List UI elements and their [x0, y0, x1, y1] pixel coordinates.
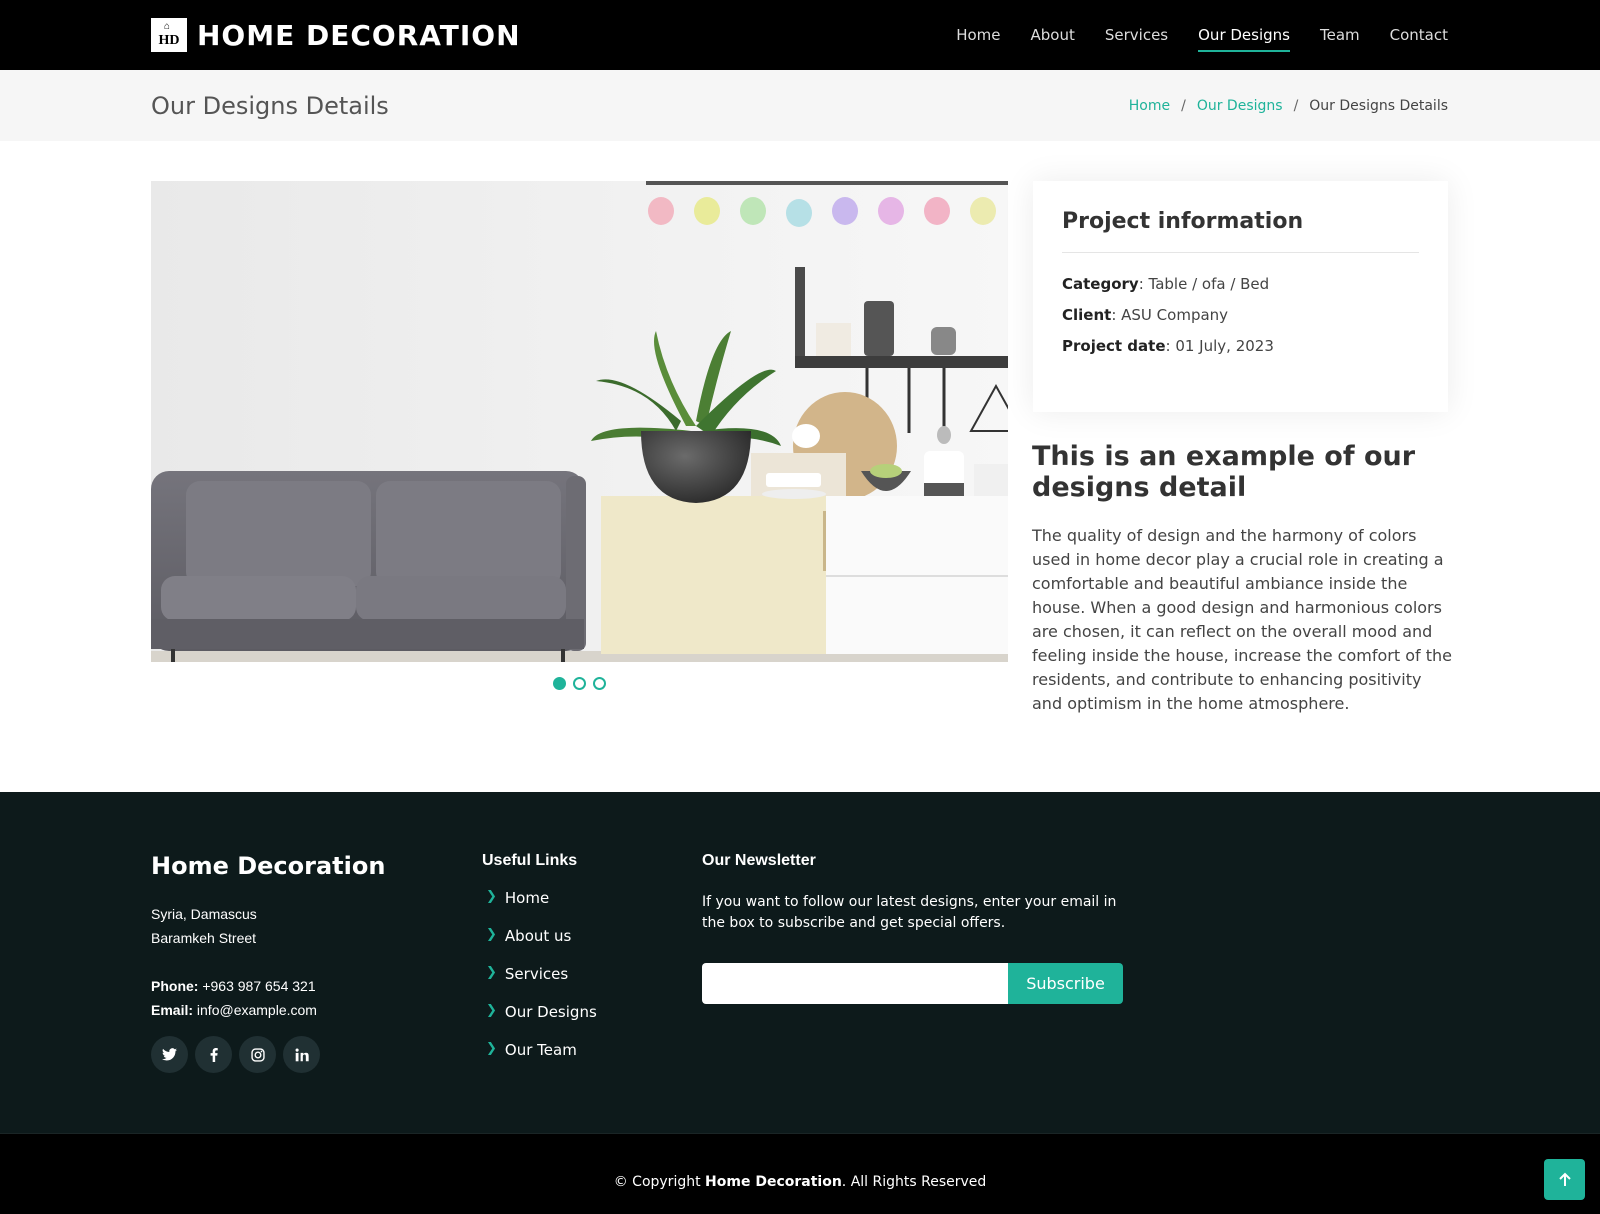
copyright-suffix: . All Rights Reserved [841, 1174, 987, 1190]
email-label: Email: [151, 1002, 194, 1018]
subscribe-button[interactable]: Subscribe [1008, 963, 1123, 1004]
sofa [151, 471, 586, 662]
breadcrumb-bar: Our Designs Details Home / Our Designs /… [0, 70, 1600, 141]
nav-team[interactable]: Team [1320, 20, 1360, 50]
footer-address: Syria, Damascus Baramkeh Street [151, 902, 257, 950]
breadcrumb-separator: / [1293, 98, 1299, 114]
footer-link-label: Home [504, 889, 550, 907]
footer-link-label: Services [504, 965, 569, 983]
nav-home[interactable]: Home [956, 20, 1000, 50]
footer-link-our-team[interactable]: ❯ Our Team [486, 1041, 597, 1079]
site-footer: Home Decoration Syria, Damascus Baramkeh… [0, 792, 1600, 1133]
project-info-card: Project information Category: Table / of… [1033, 181, 1448, 412]
copyright-brand: Home Decoration [705, 1174, 842, 1190]
footer-phone: Phone: +963 987 654 321 [151, 974, 317, 998]
client-value: : ASU Company [1111, 306, 1229, 324]
footer-email: Email: info@example.com [151, 998, 317, 1022]
logo-text: HOME DECORATION [197, 18, 521, 52]
phone-label: Phone: [151, 978, 199, 994]
arrow-up-icon [1558, 1172, 1571, 1186]
footer-link-about[interactable]: ❯ About us [486, 927, 597, 965]
description-text: The quality of design and the harmony of… [1032, 526, 1452, 713]
chevron-right-icon: ❯ [486, 1003, 497, 1018]
breadcrumb-our-designs[interactable]: Our Designs [1197, 98, 1283, 114]
project-client: Client: ASU Company [1062, 306, 1419, 324]
facebook-icon[interactable] [195, 1036, 232, 1073]
address-line-1: Syria, Damascus [151, 906, 257, 922]
nav-about[interactable]: About [1031, 20, 1075, 50]
breadcrumb-separator: / [1181, 98, 1186, 114]
date-value: : 01 July, 2023 [1165, 337, 1274, 355]
project-date: Project date: 01 July, 2023 [1062, 337, 1419, 355]
chevron-right-icon: ❯ [486, 1041, 497, 1056]
design-image-slider[interactable] [151, 181, 1008, 662]
newsletter-form: Subscribe [702, 963, 1123, 1004]
twitter-icon[interactable] [151, 1036, 188, 1073]
chevron-right-icon: ❯ [486, 965, 497, 980]
footer-link-label: Our Designs [504, 1003, 597, 1021]
address-line-2: Baramkeh Street [151, 930, 257, 946]
back-to-top-button[interactable] [1544, 1159, 1585, 1200]
client-label: Client [1062, 306, 1112, 324]
footer-brand: Home Decoration [151, 852, 386, 880]
newsletter-text: If you want to follow our latest designs… [702, 894, 1117, 931]
nav-our-designs[interactable]: Our Designs [1198, 20, 1290, 52]
footer-link-label: About us [504, 927, 572, 945]
useful-links-list: ❯ Home ❯ About us ❯ Services ❯ Our Designs ❯… [486, 889, 597, 1079]
copyright-text: © Copyright Home Decoration. All Rights … [0, 1174, 1600, 1190]
copyright-bar: © Copyright Home Decoration. All Rights … [0, 1133, 1600, 1214]
nav-services[interactable]: Services [1105, 20, 1168, 50]
category-value: : Table / ofa / Bed [1138, 275, 1270, 293]
logo-badge: ⌂ HD [151, 18, 187, 52]
social-links [151, 1036, 327, 1073]
main-nav: Home About Services Our Designs Team Con… [926, 0, 1448, 70]
description-title: This is an example of our designs detail [1032, 441, 1416, 503]
footer-link-home[interactable]: ❯ Home [486, 889, 597, 927]
newsletter-email-input[interactable] [702, 963, 1008, 1004]
phone-value: +963 987 654 321 [198, 978, 316, 994]
living-room-image [151, 181, 1008, 662]
logo-badge-text: HD [158, 33, 180, 48]
copyright-prefix: © Copyright [613, 1174, 706, 1190]
footer-link-services[interactable]: ❯ Services [486, 965, 597, 1003]
breadcrumb-home[interactable]: Home [1129, 98, 1170, 114]
house-icon: ⌂ [164, 21, 171, 32]
project-info-list: Category: Table / ofa / Bed Client: ASU … [1062, 275, 1419, 355]
date-label: Project date [1062, 337, 1166, 355]
page-title: Our Designs Details [151, 92, 389, 120]
useful-links-title: Useful Links [482, 852, 578, 869]
chevron-right-icon: ❯ [486, 889, 497, 904]
instagram-icon[interactable] [239, 1036, 276, 1073]
linkedin-icon[interactable] [283, 1036, 320, 1073]
site-logo[interactable]: ⌂ HD HOME DECORATION [151, 18, 521, 52]
footer-contact: Phone: +963 987 654 321 Email: info@exam… [151, 974, 317, 1022]
breadcrumb: Home / Our Designs / Our Designs Details [1129, 98, 1448, 114]
category-label: Category [1062, 275, 1139, 293]
chevron-right-icon: ❯ [486, 927, 497, 942]
project-category: Category: Table / ofa / Bed [1062, 275, 1419, 293]
nav-contact[interactable]: Contact [1390, 20, 1448, 50]
footer-link-our-designs[interactable]: ❯ Our Designs [486, 1003, 597, 1041]
slider-pagination [553, 677, 613, 690]
email-value[interactable]: info@example.com [193, 1002, 317, 1018]
site-header: ⌂ HD HOME DECORATION Home About Services… [0, 0, 1600, 70]
footer-link-label: Our Team [504, 1041, 577, 1059]
slider-dot-1[interactable] [553, 677, 566, 690]
breadcrumb-current: Our Designs Details [1309, 98, 1448, 114]
project-info-title: Project information [1062, 209, 1419, 253]
slider-dot-3[interactable] [593, 677, 606, 690]
newsletter-title: Our Newsletter [702, 852, 816, 869]
slider-dot-2[interactable] [573, 677, 586, 690]
